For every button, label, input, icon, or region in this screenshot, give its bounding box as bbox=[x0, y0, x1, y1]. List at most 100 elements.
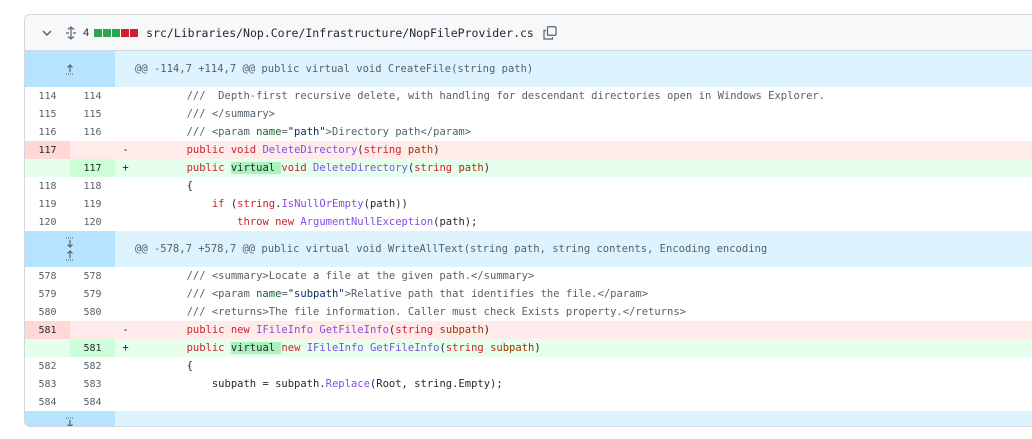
hunk-expander-bottom bbox=[25, 411, 1032, 426]
code-token: (path); bbox=[433, 216, 478, 228]
new-line-number[interactable]: 578 bbox=[70, 267, 115, 285]
code-token: /// <param bbox=[136, 126, 257, 138]
diff-line: 578 578 /// <summary>Locate a file at the… bbox=[25, 267, 1032, 285]
code-token: (Root, string.Empty); bbox=[369, 378, 503, 390]
old-line-number[interactable]: 118 bbox=[25, 177, 70, 195]
diff-line: 114 114 /// Depth-first recursive delete,… bbox=[25, 87, 1032, 105]
code-token: new bbox=[275, 216, 295, 228]
diff-line: 580 580 /// <returns>The file information… bbox=[25, 303, 1032, 321]
new-line-number[interactable]: 579 bbox=[70, 285, 115, 303]
new-line-number[interactable]: 580 bbox=[70, 303, 115, 321]
diff-marker bbox=[115, 195, 136, 213]
new-line-number[interactable]: 114 bbox=[70, 87, 115, 105]
old-line-number[interactable]: 120 bbox=[25, 213, 70, 231]
old-line-number[interactable]: 580 bbox=[25, 303, 70, 321]
new-line-number[interactable]: 581 bbox=[70, 339, 115, 357]
code-token: IFileInfo bbox=[256, 324, 314, 336]
diff-line: 582 582 { bbox=[25, 357, 1032, 375]
old-line-number[interactable]: 114 bbox=[25, 87, 70, 105]
old-line-number[interactable] bbox=[25, 339, 70, 357]
code-token: subpath = subpath. bbox=[136, 378, 326, 390]
code-token: if bbox=[211, 198, 225, 210]
code-token: (path)) bbox=[363, 198, 408, 210]
code-token: string bbox=[363, 144, 402, 156]
diff-line: 120 120 throw new ArgumentNullException (p… bbox=[25, 213, 1032, 231]
copy-icon[interactable] bbox=[542, 25, 558, 41]
expand-down-icon bbox=[66, 417, 74, 426]
code-token: IFileInfo bbox=[306, 342, 364, 354]
diff-marker: - bbox=[122, 324, 129, 336]
diff-table: @@ -114,7 +114,7 @@ public virtual void … bbox=[25, 51, 1032, 411]
change-count: 4 bbox=[83, 26, 90, 39]
diff-line: 117 - public void DeleteDirectory(string … bbox=[25, 141, 1032, 159]
code-content: /// Depth-first recursive delete, with h… bbox=[136, 87, 1032, 105]
new-line-number[interactable]: 117 bbox=[70, 159, 115, 177]
code-token: throw bbox=[237, 216, 269, 228]
new-line-number[interactable]: 584 bbox=[70, 393, 115, 411]
old-line-number[interactable]: 579 bbox=[25, 285, 70, 303]
hunk-header: @@ -578,7 +578,7 @@ public virtual void … bbox=[25, 231, 1032, 267]
expand-context-button[interactable] bbox=[25, 51, 115, 87]
old-line-number[interactable]: 116 bbox=[25, 123, 70, 141]
code-content: /// <summary>Locate a file at the given … bbox=[136, 267, 1032, 285]
code-token: /// <summary>Locate a file at the given … bbox=[136, 270, 535, 282]
code-token: >Relative path that identifies the file.… bbox=[344, 288, 649, 300]
code-token: public bbox=[186, 342, 225, 354]
diff-marker bbox=[115, 87, 136, 105]
hunk-header-text: @@ -578,7 +578,7 @@ public virtual void … bbox=[135, 243, 768, 255]
code-token: Replace bbox=[325, 378, 370, 390]
code-token: /// <returns>The file information. Calle… bbox=[136, 306, 686, 318]
new-line-number[interactable] bbox=[70, 321, 115, 339]
new-line-number[interactable]: 115 bbox=[70, 105, 115, 123]
diff-marker bbox=[115, 285, 136, 303]
code-content: public new IFileInfo GetFileInfo(string … bbox=[136, 321, 1032, 339]
expand-down-button[interactable] bbox=[25, 411, 115, 426]
old-line-number[interactable]: 117 bbox=[25, 141, 70, 159]
old-line-number[interactable]: 578 bbox=[25, 267, 70, 285]
diff-line: 581 - public new IFileInfo GetFileInfo(st… bbox=[25, 321, 1032, 339]
diff-line: 115 115 /// </summary> bbox=[25, 105, 1032, 123]
old-line-number[interactable]: 581 bbox=[25, 321, 70, 339]
new-line-number[interactable]: 582 bbox=[70, 357, 115, 375]
code-token: void bbox=[230, 144, 257, 156]
diff-marker bbox=[115, 123, 136, 141]
code-token: string bbox=[414, 162, 453, 174]
diff-line: 583 583 subpath = subpath. Replace (Root, s… bbox=[25, 375, 1032, 393]
old-line-number[interactable] bbox=[25, 159, 70, 177]
code-token: >Directory path</param> bbox=[325, 126, 472, 138]
diff-marker: + bbox=[122, 342, 129, 354]
code-content: public virtual void DeleteDirectory(stri… bbox=[136, 159, 1032, 177]
diff-line: 579 579 /// <param name = "subpath" >Relativ… bbox=[25, 285, 1032, 303]
chevron-down-icon[interactable] bbox=[39, 25, 55, 41]
code-token: IsNullOrEmpty bbox=[281, 198, 364, 210]
file-path[interactable]: src/Libraries/Nop.Core/Infrastructure/No… bbox=[146, 26, 534, 40]
new-line-number[interactable]: 583 bbox=[70, 375, 115, 393]
expand-context-button[interactable] bbox=[25, 231, 115, 267]
old-line-number[interactable]: 115 bbox=[25, 105, 70, 123]
code-token: new bbox=[281, 342, 301, 354]
code-token: public bbox=[186, 162, 225, 174]
expand-all-icon[interactable] bbox=[63, 25, 79, 41]
new-line-number[interactable] bbox=[70, 141, 115, 159]
hunk-header: @@ -114,7 +114,7 @@ public virtual void … bbox=[25, 51, 1032, 87]
old-line-number[interactable]: 119 bbox=[25, 195, 70, 213]
diffstat-del-block bbox=[121, 28, 130, 37]
old-line-number[interactable]: 583 bbox=[25, 375, 70, 393]
code-content: public void DeleteDirectory(string path) bbox=[136, 141, 1032, 159]
code-token: { bbox=[136, 180, 193, 192]
new-line-number[interactable]: 118 bbox=[70, 177, 115, 195]
new-line-number[interactable]: 120 bbox=[70, 213, 115, 231]
code-content bbox=[136, 393, 1032, 411]
old-line-number[interactable]: 582 bbox=[25, 357, 70, 375]
diff-marker bbox=[115, 393, 136, 411]
new-line-number[interactable]: 119 bbox=[70, 195, 115, 213]
old-line-number[interactable]: 584 bbox=[25, 393, 70, 411]
code-token: virtual bbox=[230, 342, 282, 354]
file-header: 4 src/Libraries/Nop.Core/Infrastructure/… bbox=[25, 15, 1032, 51]
diff-marker bbox=[115, 105, 136, 123]
new-line-number[interactable]: 116 bbox=[70, 123, 115, 141]
code-token: { bbox=[136, 360, 193, 372]
code-token: /// Depth-first recursive delete, with h… bbox=[136, 90, 826, 102]
